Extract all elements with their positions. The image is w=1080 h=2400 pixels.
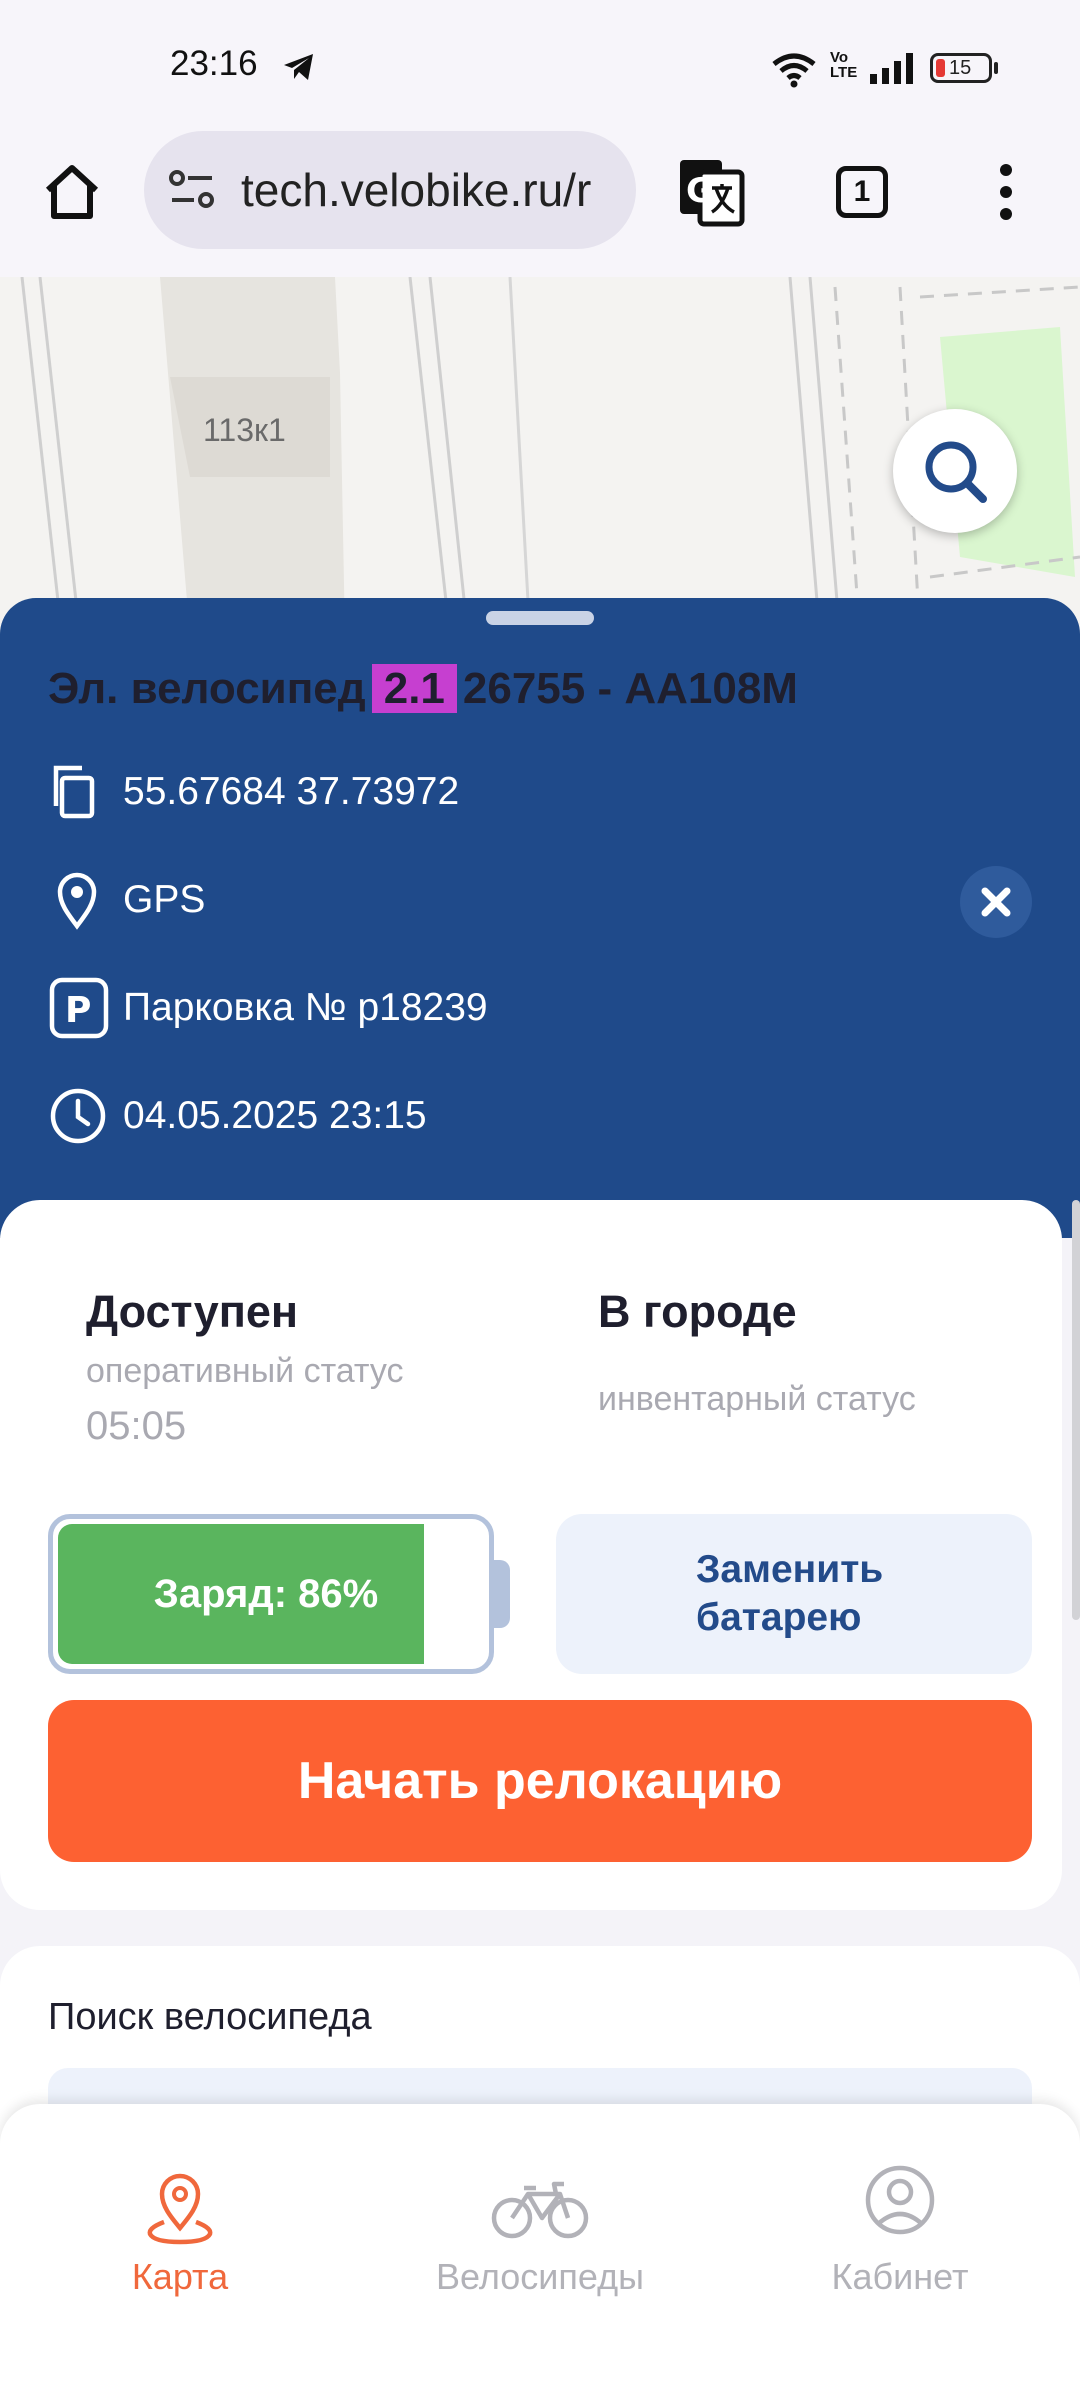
drag-handle[interactable] — [486, 611, 594, 625]
battery-charge-text: Заряд: 86% — [153, 1572, 379, 1616]
inventory-status-value: В городе — [598, 1286, 797, 1337]
operational-status-time: 05:05 — [86, 1404, 187, 1448]
parking-text: Парковка № p18239 — [123, 986, 488, 1029]
timestamp-text: 04.05.2025 23:15 — [123, 1094, 427, 1137]
wifi-icon — [770, 52, 818, 93]
home-button[interactable] — [40, 160, 104, 224]
user-circle-icon — [770, 2150, 1030, 2250]
map-search-button[interactable] — [893, 409, 1017, 533]
translate-button[interactable]: G — [676, 156, 748, 233]
bike-search-title: Поиск велосипеда — [48, 1996, 372, 2038]
copy-icon[interactable] — [48, 760, 106, 829]
bike-model-badge: 2.1 — [371, 664, 457, 713]
more-vert-icon[interactable] — [996, 160, 1016, 224]
coordinates-text: 55.67684 37.73972 — [123, 770, 460, 813]
inventory-status-label: инвентарный статус — [598, 1380, 916, 1418]
replace-battery-button[interactable]: Заменить батарею — [556, 1514, 1032, 1674]
bike-icon — [410, 2150, 670, 2250]
battery-fill — [936, 59, 945, 77]
battery-tip — [994, 62, 998, 74]
clock-icon — [48, 1084, 108, 1153]
volte-icon: Vo LTE — [830, 49, 858, 81]
replace-battery-label: Заменить батарею — [696, 1548, 884, 1639]
status-clock: 23:16 — [170, 44, 258, 83]
nav-label-bikes: Велосипеды — [436, 2256, 644, 2297]
nav-item-cabinet[interactable]: Кабинет — [770, 2150, 1030, 2310]
telegram-icon — [282, 52, 316, 87]
bike-id: 26755 - AA108M — [462, 664, 798, 713]
operational-status-label: оперативный статус — [86, 1352, 404, 1390]
nav-label-cabinet: Кабинет — [831, 2256, 969, 2297]
tabs-button[interactable]: 1 — [836, 166, 888, 218]
signal-icon — [868, 52, 916, 89]
bike-type-label: Эл. велосипед — [48, 664, 366, 713]
svg-text:P: P — [65, 990, 91, 1031]
operational-status-value: Доступен — [86, 1286, 299, 1337]
nav-label-map: Карта — [131, 2256, 229, 2297]
search-icon — [925, 441, 987, 503]
map-pin-icon — [50, 2150, 310, 2250]
location-source-text: GPS — [123, 878, 206, 921]
battery-level: 15 — [949, 57, 972, 79]
url-text[interactable]: tech.velobike.ru/r — [241, 163, 591, 217]
start-relocation-button[interactable]: Начать релокацию — [48, 1700, 1032, 1862]
location-pin-icon — [48, 868, 106, 937]
svg-text:G: G — [686, 171, 714, 211]
battery-icon: 15 — [930, 53, 992, 83]
battery-terminal — [494, 1560, 510, 1628]
map-building-label: 113к1 — [203, 412, 286, 448]
nav-item-map[interactable]: Карта — [50, 2150, 310, 2310]
home-icon — [45, 165, 99, 219]
menu-dot — [1000, 164, 1012, 176]
address-bar[interactable]: tech.velobike.ru/r — [144, 131, 636, 249]
close-panel-button[interactable] — [960, 866, 1032, 938]
scrollbar[interactable] — [1072, 1200, 1080, 1620]
menu-dot — [1000, 186, 1012, 198]
menu-dot — [1000, 208, 1012, 220]
status-bar — [0, 0, 1080, 135]
bike-title: Эл. велосипед 2.1 26755 - AA108M — [48, 664, 798, 714]
translate-icon: G — [680, 160, 745, 227]
nav-item-bikes[interactable]: Велосипеды — [410, 2150, 670, 2310]
battery-charge-indicator: Заряд: 86% — [48, 1514, 494, 1674]
parking-icon: P — [48, 976, 110, 1045]
site-settings-icon[interactable] — [168, 169, 216, 214]
close-icon — [981, 887, 1011, 917]
